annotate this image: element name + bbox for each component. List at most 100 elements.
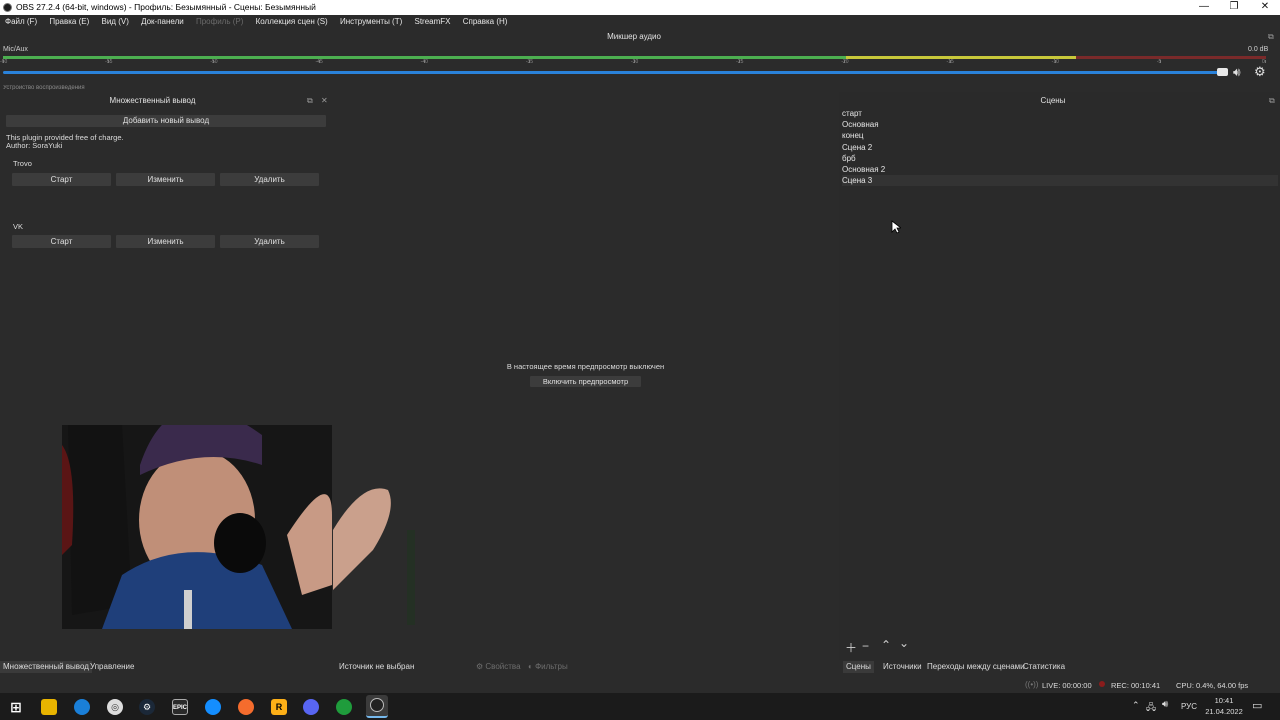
vu-tick-label: -10: [1051, 59, 1059, 65]
gear-icon: ⚙: [476, 662, 484, 671]
scene-toolbar: ＋ − ⌃ ⌄: [845, 636, 915, 656]
close-button[interactable]: ✕: [1250, 0, 1280, 15]
network-icon[interactable]: 🖧: [1146, 700, 1156, 716]
scene-item[interactable]: Сцена 2: [842, 142, 1278, 153]
clock-date[interactable]: 21.04.2022: [1204, 707, 1244, 716]
epic-games-icon[interactable]: EPIC: [172, 699, 188, 715]
vu-meter-red: [1076, 56, 1266, 59]
move-down-icon[interactable]: ⌄: [899, 636, 909, 650]
volume-fader[interactable]: [3, 71, 1223, 74]
tab-transitions[interactable]: Переходы между сценами: [924, 661, 1028, 673]
scene-item[interactable]: Основная: [842, 119, 1278, 130]
menu-help[interactable]: Справка (H): [458, 15, 513, 29]
vk-delete-button[interactable]: Удалить: [220, 235, 319, 248]
obs-app-icon: [3, 3, 12, 12]
webcam-person-image: [62, 425, 332, 629]
move-up-icon[interactable]: ⌃: [881, 638, 891, 652]
menu-scene-collection[interactable]: Коллекция сцен (S): [251, 15, 333, 29]
menu-file[interactable]: Файл (F): [0, 15, 42, 29]
tray-chevron-icon[interactable]: ⌃: [1132, 700, 1140, 711]
start-icon[interactable]: ⊞: [8, 699, 24, 715]
vu-tick-label: -45: [315, 59, 323, 65]
trovo-edit-button[interactable]: Изменить: [116, 173, 215, 186]
clock-time[interactable]: 10:41: [1204, 696, 1244, 705]
edge-icon[interactable]: [74, 699, 90, 715]
vu-tick-label: -55: [105, 59, 113, 65]
file-explorer-icon[interactable]: [41, 699, 57, 715]
enable-preview-button[interactable]: Включить предпросмотр: [530, 376, 641, 387]
scene-item-selected[interactable]: Сцена 3: [842, 175, 1278, 186]
tab-stats[interactable]: Статистика: [1020, 661, 1068, 673]
volume-fader-handle[interactable]: [1217, 68, 1228, 76]
undock-icon[interactable]: ⧉: [1269, 96, 1275, 106]
undock-icon[interactable]: ⧉: [307, 96, 313, 106]
remove-scene-icon[interactable]: −: [862, 639, 869, 653]
tab-sources[interactable]: Источники: [880, 661, 925, 673]
scenes-title: Сцены: [1040, 96, 1066, 105]
vu-tick-label: -25: [736, 59, 744, 65]
bottom-tab-bar: [0, 660, 1280, 674]
channel-db: 0.0 dB: [1248, 46, 1269, 53]
scene-item[interactable]: конец: [842, 130, 1278, 141]
tab-controls[interactable]: Управление: [87, 661, 137, 673]
vu-tick-label: -30: [631, 59, 639, 65]
add-output-button[interactable]: Добавить новый вывод: [6, 115, 326, 127]
chrome-icon[interactable]: ◎: [107, 699, 123, 715]
notifications-icon[interactable]: ▭: [1252, 699, 1262, 712]
plugin-info-line2: Author: SoraYuki: [6, 141, 63, 150]
vu-tick-label: -5: [1156, 59, 1162, 65]
menu-docks[interactable]: Док-панели: [136, 15, 189, 29]
menu-view[interactable]: Вид (V): [97, 15, 134, 29]
vu-tick-label: -20: [841, 59, 849, 65]
minimize-button[interactable]: —: [1189, 0, 1219, 15]
rockstar-icon[interactable]: R: [271, 699, 287, 715]
restore-button[interactable]: ❐: [1219, 0, 1249, 15]
webcam-overlay: [62, 425, 332, 629]
windows-taskbar: ⊞ ◎ ⚙ EPIC R ⌃ 🖧 🔊︎ РУС 10:41 21.04.2022…: [0, 693, 1280, 720]
audio-mixer-dock: Микшер аудио ⧉ Mic/Aux 0.0 dB -60 -55 -50 -…: [0, 29, 1280, 90]
battlenet-icon[interactable]: [205, 699, 221, 715]
speaker-icon[interactable]: 🔊︎: [1233, 65, 1241, 80]
filters-label: Фильтры: [535, 662, 568, 671]
vu-tick-label: -35: [525, 59, 534, 65]
scene-item[interactable]: брб: [842, 153, 1278, 164]
vu-tick-label: -60: [0, 59, 8, 65]
volume-tray-icon[interactable]: 🔊︎: [1162, 699, 1168, 710]
vk-start-button[interactable]: Старт: [12, 235, 111, 248]
close-dock-icon[interactable]: ✕: [321, 96, 328, 105]
utorrent-icon[interactable]: [336, 699, 352, 715]
vu-tick-label: -15: [946, 59, 954, 65]
no-source-label: Источник не выбран: [339, 662, 415, 671]
rec-timer: REC: 00:10:41: [1111, 681, 1161, 690]
add-scene-icon[interactable]: ＋: [845, 639, 857, 656]
properties-button[interactable]: ⚙ Свойства: [476, 660, 526, 673]
output-name-trovo: Trovo: [13, 159, 32, 168]
trovo-delete-button[interactable]: Удалить: [220, 173, 319, 186]
gear-icon[interactable]: ⚙: [1254, 64, 1266, 80]
cpu-fps: CPU: 0.4%, 64.00 fps: [1176, 681, 1249, 690]
channel-name: Mic/Aux: [3, 46, 28, 53]
discord-icon[interactable]: [303, 699, 319, 715]
obs-logo-icon: [370, 698, 384, 712]
undock-icon[interactable]: ⧉: [1268, 32, 1274, 42]
mixer-title: Микшер аудио: [607, 32, 661, 41]
steam-icon[interactable]: ⚙: [139, 699, 155, 715]
input-language[interactable]: РУС: [1181, 702, 1197, 711]
origin-icon[interactable]: [238, 699, 254, 715]
menu-edit[interactable]: Правка (E): [44, 15, 94, 29]
tab-scenes[interactable]: Сцены: [843, 661, 874, 673]
preview-disabled-text: В настоящее время предпросмотр выключен: [506, 362, 665, 371]
menu-streamfx[interactable]: StreamFX: [410, 15, 456, 29]
multi-output-title: Множественный вывод: [109, 96, 196, 105]
mouse-cursor-icon: [891, 220, 901, 234]
tab-multi-output[interactable]: Множественный вывод: [0, 661, 92, 673]
menu-profile[interactable]: Профиль (P): [191, 15, 248, 29]
scene-item[interactable]: старт: [842, 108, 1278, 119]
scene-item[interactable]: Основная 2: [842, 164, 1278, 175]
menu-tools[interactable]: Инструменты (T): [335, 15, 407, 29]
vk-edit-button[interactable]: Изменить: [116, 235, 215, 248]
obs-icon[interactable]: [366, 695, 388, 718]
filters-button[interactable]: ◐ Фильтры: [528, 660, 578, 673]
menu-bar: Файл (F) Правка (E) Вид (V) Док-панели П…: [0, 15, 1280, 29]
trovo-start-button[interactable]: Старт: [12, 173, 111, 186]
